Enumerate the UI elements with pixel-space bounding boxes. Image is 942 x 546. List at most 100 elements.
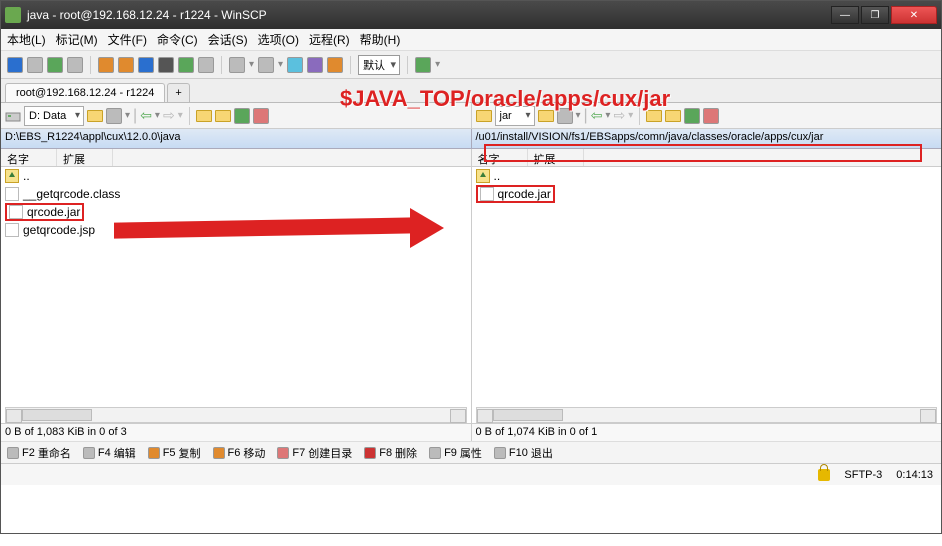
file-icon — [5, 223, 19, 237]
file-icon — [480, 187, 494, 201]
main-toolbar: ▾ ▾ 默认 ▾ — [1, 51, 941, 79]
maximize-button[interactable]: ❐ — [861, 6, 889, 24]
session-tab[interactable]: root@192.168.12.24 - r1224 — [5, 83, 165, 102]
fk-key: F10 — [509, 447, 528, 459]
menu-mark[interactable]: 标记(M) — [56, 31, 98, 48]
fk-key: F4 — [98, 447, 111, 459]
menu-file[interactable]: 文件(F) — [108, 31, 147, 48]
dropdown-caret-icon: ▾ — [178, 110, 183, 121]
menu-options[interactable]: 选项(O) — [258, 31, 299, 48]
file-row[interactable]: qrcode.jar — [1, 203, 471, 221]
transfer-mode-combo[interactable]: 默认 — [358, 55, 400, 75]
nav-back-arrow-icon[interactable]: ⇦ — [140, 107, 152, 124]
app-icon — [5, 7, 21, 23]
parent-dir-row[interactable]: .. — [1, 167, 471, 185]
mkdir-icon — [277, 447, 289, 459]
open-folder-icon[interactable] — [87, 110, 103, 122]
highlighted-file: qrcode.jar — [476, 185, 555, 203]
h-scrollbar[interactable] — [476, 407, 938, 423]
local-pane[interactable]: .. __getqrcode.class qrcode.jar getqrcod… — [1, 167, 471, 423]
home-icon[interactable] — [196, 110, 212, 122]
col-name[interactable]: 名字 — [1, 149, 57, 166]
separator — [90, 56, 91, 74]
layout-a-icon[interactable] — [229, 57, 245, 73]
sync-icon[interactable] — [138, 57, 154, 73]
refresh-icon[interactable] — [234, 108, 250, 124]
menu-command[interactable]: 命令(C) — [157, 31, 198, 48]
fk-rename[interactable]: F2 重命名 — [7, 445, 71, 461]
compare-icon[interactable] — [327, 57, 343, 73]
scroll-thumb[interactable] — [22, 409, 92, 421]
file-icon — [9, 205, 23, 219]
layout-b-icon[interactable] — [258, 57, 274, 73]
h-scrollbar[interactable] — [5, 407, 467, 423]
remote-status: 0 B of 1,074 KiB in 0 of 1 — [471, 424, 942, 441]
fk-props[interactable]: F9 属性 — [429, 445, 482, 461]
move-icon — [213, 447, 225, 459]
file-row[interactable]: qrcode.jar — [472, 185, 942, 203]
tool-j-icon[interactable] — [198, 57, 214, 73]
copy-icon — [148, 447, 160, 459]
transfer-mode-label: 默认 — [363, 57, 385, 73]
fk-edit[interactable]: F4 编辑 — [83, 445, 136, 461]
file-name: getqrcode.jsp — [23, 223, 95, 237]
menu-session[interactable]: 会话(S) — [208, 31, 248, 48]
tool-d-icon[interactable] — [67, 57, 83, 73]
dropdown-caret-icon[interactable]: ▾ — [125, 110, 130, 121]
tool-b-icon[interactable] — [27, 57, 43, 73]
terminal-icon[interactable] — [158, 57, 174, 73]
tool-end-icon[interactable] — [415, 57, 431, 73]
find-icon[interactable] — [703, 108, 719, 124]
filter-icon[interactable] — [287, 57, 303, 73]
remote-pane[interactable]: .. qrcode.jar — [471, 167, 942, 423]
move-icon[interactable] — [118, 57, 134, 73]
bottom-status: SFTP-3 0:14:13 — [1, 463, 941, 485]
winscp-window: java - root@192.168.12.24 - r1224 - WinS… — [0, 0, 942, 534]
close-button[interactable]: ✕ — [891, 6, 937, 24]
menu-remote[interactable]: 远程(R) — [309, 31, 350, 48]
protocol-label: SFTP-3 — [844, 469, 882, 481]
local-drive-combo[interactable]: D: Data — [24, 106, 84, 126]
fk-copy[interactable]: F5 复制 — [148, 445, 201, 461]
fk-label: 属性 — [460, 445, 482, 461]
dropdown-caret-icon[interactable]: ▾ — [278, 59, 283, 70]
root-icon[interactable] — [215, 110, 231, 122]
fk-label: 移动 — [243, 445, 265, 461]
exit-icon — [494, 447, 506, 459]
fk-move[interactable]: F6 移动 — [213, 445, 266, 461]
col-ext[interactable]: 扩展 — [57, 149, 113, 166]
parent-dir-label: .. — [23, 169, 30, 183]
parent-dir-row[interactable]: .. — [472, 167, 942, 185]
file-name: qrcode.jar — [498, 187, 551, 201]
menu-local[interactable]: 本地(L) — [7, 31, 46, 48]
nav-fwd-arrow-icon: ⇨ — [163, 107, 175, 124]
local-path[interactable]: D:\EBS_R1224\appl\cux\12.0.0\java — [1, 129, 471, 149]
fk-key: F8 — [379, 447, 392, 459]
scroll-thumb[interactable] — [493, 409, 563, 421]
annotation-text: $JAVA_TOP/oracle/apps/cux/jar — [340, 86, 670, 112]
new-session-icon[interactable] — [7, 57, 23, 73]
refresh-icon[interactable] — [684, 108, 700, 124]
fk-delete[interactable]: F8 删除 — [364, 445, 417, 461]
separator — [407, 56, 408, 74]
menu-help[interactable]: 帮助(H) — [360, 31, 401, 48]
file-row[interactable]: getqrcode.jsp — [1, 221, 471, 239]
copy-icon[interactable] — [98, 57, 114, 73]
rename-icon — [7, 447, 19, 459]
dropdown-caret-icon[interactable]: ▾ — [249, 59, 254, 70]
minimize-button[interactable]: — — [831, 6, 859, 24]
new-tab-label: + — [175, 87, 181, 99]
refresh-icon[interactable] — [178, 57, 194, 73]
find-icon[interactable] — [253, 108, 269, 124]
new-tab-button[interactable]: + — [167, 83, 189, 102]
fk-exit[interactable]: F10 退出 — [494, 445, 553, 461]
file-row[interactable]: __getqrcode.class — [1, 185, 471, 203]
queue-icon[interactable] — [307, 57, 323, 73]
nav-back-icon[interactable] — [106, 108, 122, 124]
tool-c-icon[interactable] — [47, 57, 63, 73]
dropdown-caret-icon[interactable]: ▾ — [155, 110, 160, 121]
fk-mkdir[interactable]: F7 创建目录 — [277, 445, 352, 461]
dropdown-caret-icon[interactable]: ▾ — [435, 59, 440, 70]
window-buttons: — ❐ ✕ — [831, 6, 937, 24]
annotation-path-box — [484, 144, 922, 162]
